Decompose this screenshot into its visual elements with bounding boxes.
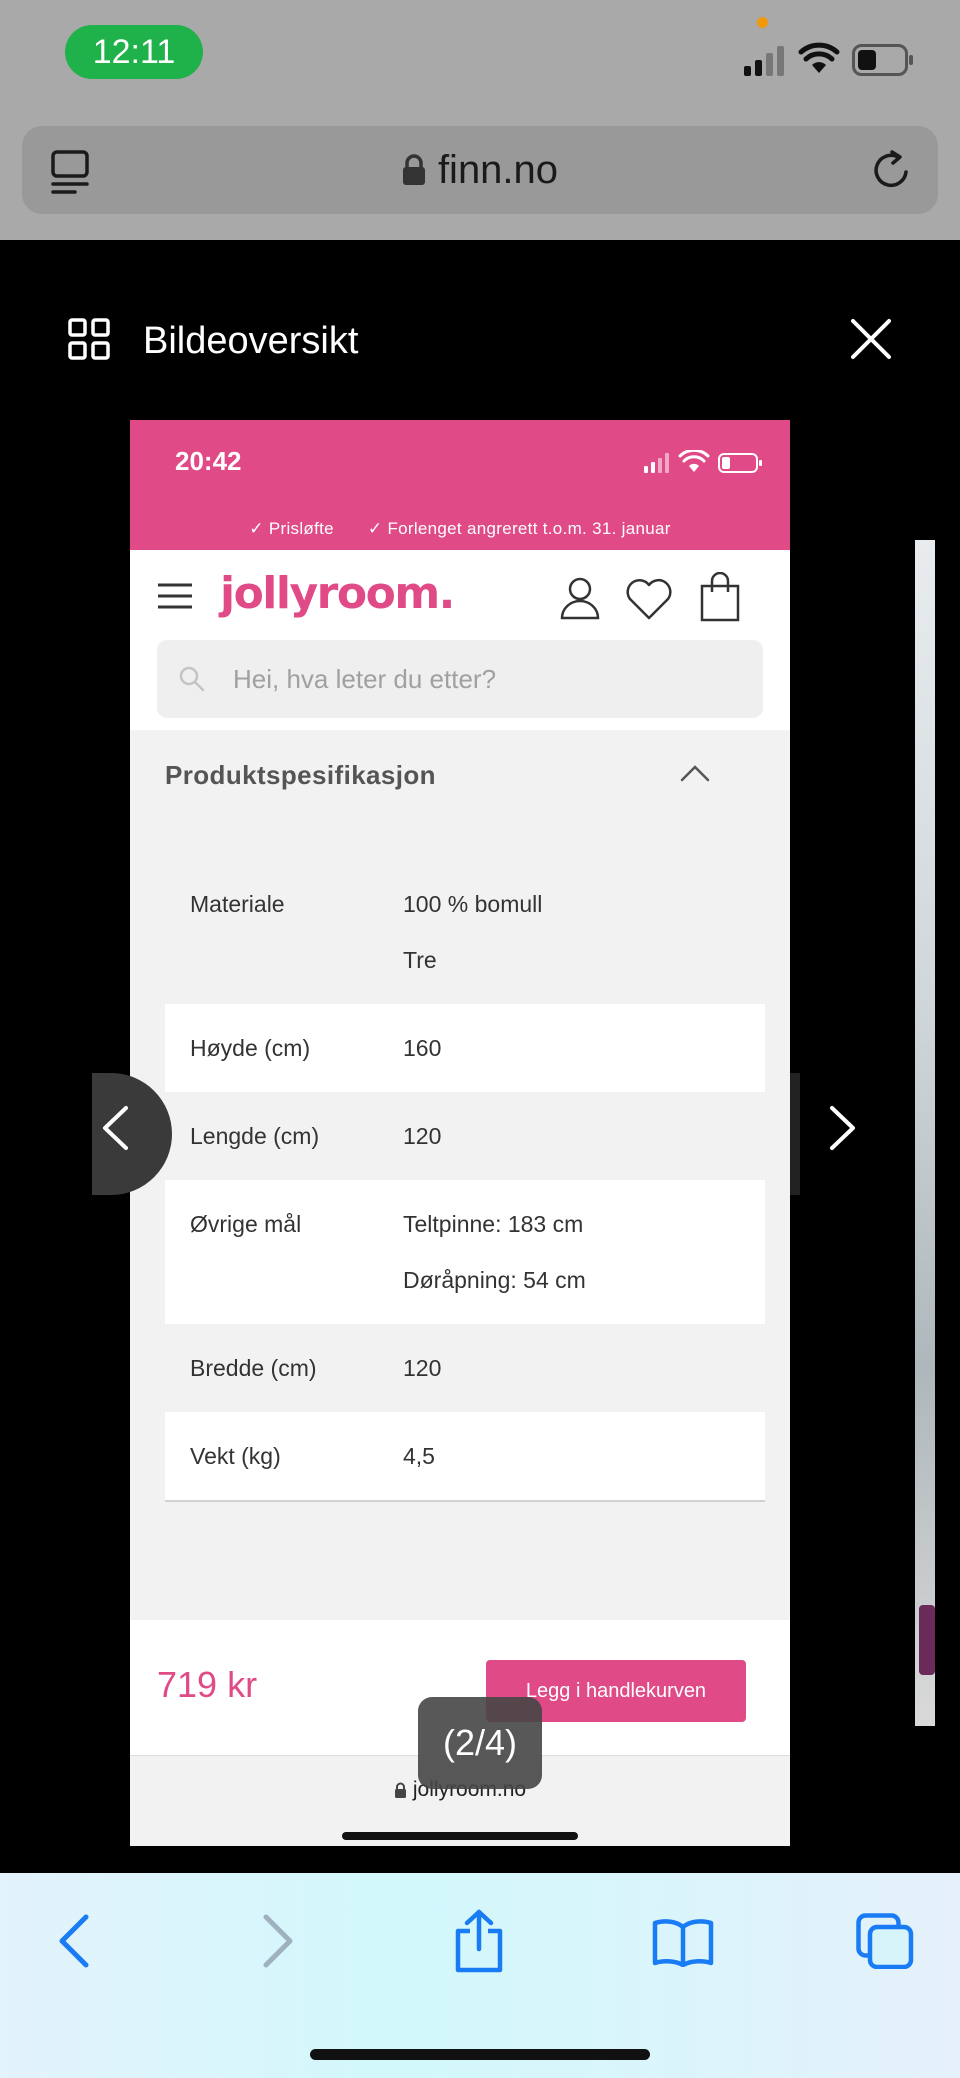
url-text: finn.no	[437, 147, 559, 192]
promo-item: ✓ Forlenget angrerett t.o.m. 31. januar	[368, 519, 671, 539]
spec-values: 4,5	[403, 1430, 435, 1482]
user-icon[interactable]	[560, 576, 600, 620]
lock-icon	[394, 1782, 406, 1798]
promo-bar: ✓ Prisløfte ✓ Forlenget angrerett t.o.m.…	[130, 508, 790, 550]
spec-value: Døråpning: 54 cm	[403, 1267, 586, 1293]
spec-row: Materiale 100 % bomull Tre	[165, 860, 765, 1004]
spec-value: Teltpinne: 183 cm	[403, 1211, 584, 1237]
spec-table: Materiale 100 % bomull Tre Høyde (cm) 16…	[165, 860, 765, 1502]
check-icon: ✓	[367, 519, 383, 538]
image-home-indicator	[342, 1832, 578, 1840]
product-spec-section: Produktspesifikasjon Materiale 100 % bom…	[130, 730, 790, 1620]
bookmarks-icon[interactable]	[652, 1917, 714, 1967]
grid-icon[interactable]	[68, 318, 110, 360]
privacy-indicator	[757, 17, 768, 28]
check-icon: ✓	[249, 519, 264, 538]
spec-value: 100 % bomull	[403, 891, 543, 917]
share-icon[interactable]	[453, 1909, 505, 1973]
spec-row: Høyde (cm) 160	[165, 1004, 765, 1092]
status-bar: 12:11	[0, 0, 960, 120]
spec-label: Bredde (cm)	[190, 1355, 317, 1381]
spec-values: 120	[403, 1342, 441, 1394]
address-bar[interactable]: finn.no	[22, 126, 938, 214]
browser-toolbar	[0, 1873, 960, 2078]
spec-row: Lengde (cm) 120	[165, 1092, 765, 1180]
spec-label: Høyde (cm)	[190, 1035, 311, 1061]
image-status-time: 20:42	[175, 446, 242, 476]
cellular-signal-icon	[744, 46, 784, 76]
tabs-icon[interactable]	[856, 1913, 914, 1969]
spec-value: 4,5	[403, 1443, 435, 1469]
spec-row: Vekt (kg) 4,5	[165, 1412, 765, 1500]
spec-label: Materiale	[190, 891, 285, 917]
spec-values: 120	[403, 1110, 441, 1162]
spec-values: 100 % bomull Tre	[403, 878, 542, 986]
next-image-edge	[790, 1073, 800, 1195]
promo-label: Forlenget angrerett t.o.m. 31. januar	[387, 519, 671, 538]
gallery-image: 20:42 ✓ Prisløfte ✓ Forlenget angrerett …	[130, 420, 790, 1846]
battery-icon	[852, 44, 913, 76]
search-input[interactable]: Hei, hva leter du etter?	[157, 640, 763, 718]
search-placeholder: Hei, hva leter du etter?	[233, 663, 497, 694]
site-header: jollyroom. Hei, hva leter du etter?	[130, 550, 790, 730]
spec-values: Teltpinne: 183 cm Døråpning: 54 cm	[403, 1198, 586, 1306]
close-icon[interactable]	[850, 318, 892, 360]
image-viewer-header: Bildeoversikt	[0, 240, 960, 420]
image-status-icons	[644, 450, 762, 473]
spec-value: 120	[403, 1123, 442, 1149]
promo-item: ✓ Prisløfte	[249, 519, 334, 539]
price: 719 kr	[157, 1664, 258, 1705]
spec-values: 160	[403, 1022, 441, 1074]
home-indicator	[310, 2049, 650, 2060]
bag-icon[interactable]	[700, 572, 740, 622]
lock-icon	[402, 154, 425, 185]
spec-heading[interactable]: Produktspesifikasjon	[165, 760, 436, 791]
hamburger-icon[interactable]	[157, 583, 193, 609]
image-counter: (2/4)	[418, 1697, 542, 1789]
forward-icon[interactable]	[262, 1913, 296, 1969]
chevron-up-icon[interactable]	[680, 764, 710, 782]
search-icon	[179, 666, 205, 692]
browser-address-area: finn.no	[0, 120, 960, 240]
wifi-icon	[798, 42, 840, 73]
viewer-title: Bildeoversikt	[143, 320, 359, 362]
back-icon[interactable]	[56, 1913, 90, 1969]
spec-label: Vekt (kg)	[190, 1443, 281, 1469]
chevron-right-icon[interactable]	[828, 1105, 858, 1151]
heart-icon[interactable]	[625, 578, 673, 620]
spec-value: Tre	[403, 947, 437, 973]
status-time: 12:11	[65, 25, 203, 79]
site-logo[interactable]: jollyroom.	[220, 568, 455, 619]
reload-icon[interactable]	[870, 148, 914, 192]
spec-label: Lengde (cm)	[190, 1123, 320, 1149]
spec-label: Øvrige mål	[190, 1211, 302, 1237]
image-status-bar: 20:42	[130, 420, 790, 508]
spec-row: Bredde (cm) 120	[165, 1324, 765, 1412]
spec-value: 120	[403, 1355, 442, 1381]
url-display[interactable]: finn.no	[22, 126, 938, 214]
next-image-preview[interactable]	[915, 540, 935, 1726]
promo-label: Prisløfte	[268, 519, 334, 538]
chevron-left-icon[interactable]	[100, 1105, 130, 1151]
spec-value: 160	[403, 1035, 442, 1061]
spec-row: Øvrige mål Teltpinne: 183 cm Døråpning: …	[165, 1180, 765, 1324]
